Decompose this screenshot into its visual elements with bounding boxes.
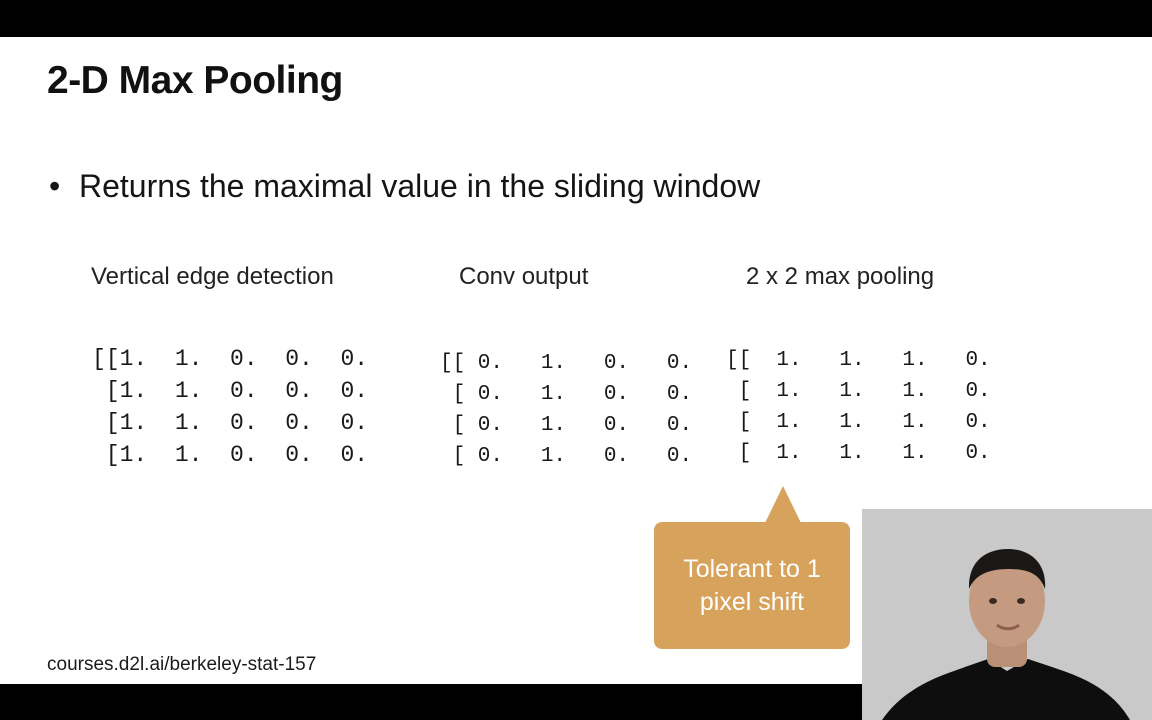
caption-conv-output: Conv output <box>459 263 589 290</box>
footer-url: courses.d2l.ai/berkeley-stat-157 <box>47 654 317 675</box>
matrix-max-pooling: [[ 1. 1. 1. 0. [ 1. 1. 1. 0. [ 1. 1. 1. … <box>726 349 991 465</box>
bullet-text: Returns the maximal value in the sliding… <box>79 168 761 204</box>
matrix-vertical-edge: [[1. 1. 0. 0. 0. [1. 1. 0. 0. 0. [1. 1. … <box>92 346 369 468</box>
speaker-video-icon <box>862 509 1152 720</box>
caption-vertical-edge: Vertical edge detection <box>91 263 334 290</box>
callout-pointer <box>765 486 801 523</box>
caption-max-pooling: 2 x 2 max pooling <box>746 263 935 290</box>
video-frame: 2-D Max Pooling • Returns the maximal val… <box>0 0 1152 720</box>
callout-text: Tolerant to 1 pixel shift <box>683 554 821 616</box>
speaker-silhouette-icon <box>862 509 1152 720</box>
bullet-icon: • <box>49 168 61 204</box>
callout-box: Tolerant to 1 pixel shift <box>654 486 850 649</box>
slide-title: 2-D Max Pooling <box>47 59 343 102</box>
matrix-conv-output: [[ 0. 1. 0. 0. [ 0. 1. 0. 0. [ 0. 1. 0. … <box>440 352 693 468</box>
bullet-point: • Returns the maximal value in the slidin… <box>49 168 760 205</box>
